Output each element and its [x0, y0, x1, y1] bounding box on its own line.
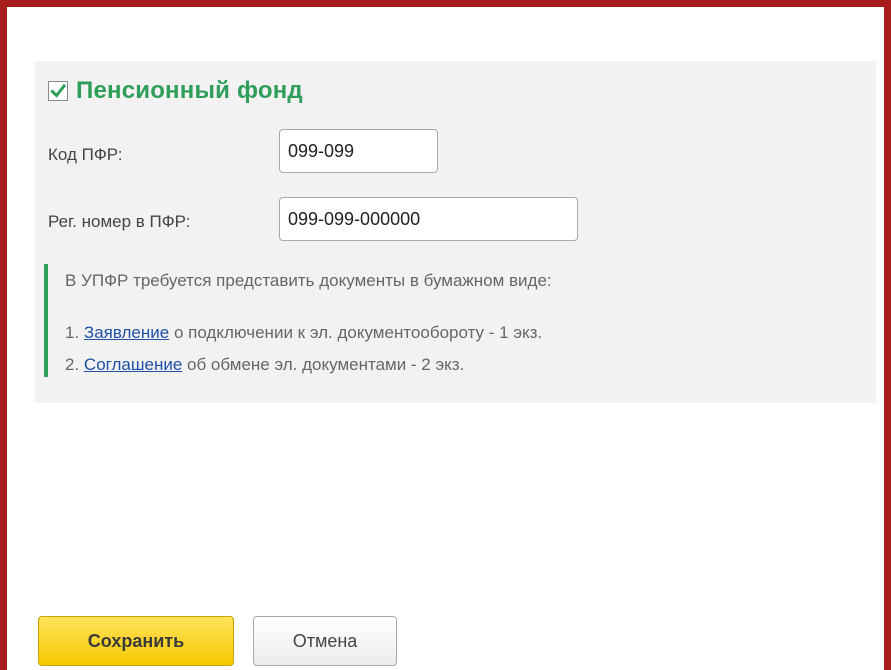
list-item-text: о подключении к эл. документообороту - 1…	[169, 323, 543, 342]
checkmark-icon	[50, 83, 66, 98]
section-header: Пенсионный фонд	[48, 77, 303, 105]
reg-number-input[interactable]	[279, 197, 578, 241]
section-title: Пенсионный фонд	[76, 77, 303, 104]
reg-number-label: Рег. номер в ПФР:	[48, 212, 191, 231]
statement-link[interactable]: Заявление	[84, 323, 169, 342]
list-item-number: 2.	[65, 355, 80, 374]
cancel-button[interactable]: Отмена	[253, 616, 397, 666]
list-item-number: 1.	[65, 323, 80, 342]
list-item: 2. Соглашение об обмене эл. документами …	[65, 355, 464, 375]
note-accent-bar	[44, 264, 48, 377]
pension-fund-checkbox[interactable]	[48, 81, 68, 101]
pfr-code-input[interactable]	[279, 129, 438, 173]
pfr-code-label: Код ПФР:	[48, 145, 123, 164]
agreement-link[interactable]: Соглашение	[84, 355, 182, 374]
note-intro: В УПФР требуется представить документы в…	[65, 271, 552, 290]
list-item-text: об обмене эл. документами - 2 экз.	[182, 355, 465, 374]
list-item: 1. Заявление о подключении к эл. докумен…	[65, 323, 542, 343]
save-button[interactable]: Сохранить	[38, 616, 234, 666]
